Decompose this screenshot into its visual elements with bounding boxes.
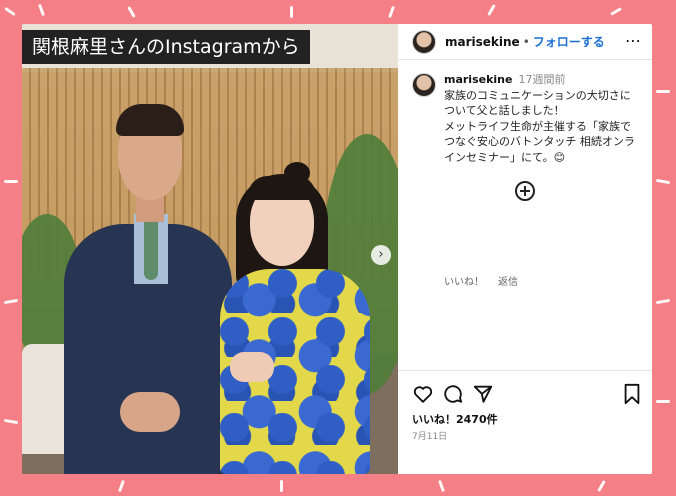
decorative-dash [388, 5, 395, 19]
caption-line: インセミナー」にて。😊 [444, 150, 566, 164]
decorative-dash [118, 479, 125, 493]
caption-line: つなぐ安心のバトンタッチ 相続オンラ [444, 135, 635, 148]
decorative-dash [655, 298, 671, 305]
bookmark-icon[interactable] [622, 383, 642, 405]
separator-dot: • [522, 34, 530, 49]
banner-title: 関根麻里さんのInstagramから [22, 30, 310, 64]
decorative-dash [610, 7, 622, 16]
decorative-dash [3, 418, 19, 425]
avatar[interactable] [412, 73, 436, 97]
caption-line: 家族のコミュニケーションの大切さに [444, 88, 631, 102]
decorative-dash [127, 6, 136, 18]
decorative-dash [38, 3, 45, 17]
comment-icon[interactable] [442, 383, 464, 405]
caption-line: ついて父と話しました！ [444, 104, 565, 117]
add-comment-icon[interactable] [515, 181, 535, 201]
decorative-dash [597, 480, 606, 492]
more-options-icon[interactable]: ⋯ [625, 31, 642, 50]
decorative-dash [655, 178, 671, 185]
post-actions: いいね！2470件 7月11日 [398, 370, 652, 474]
decorative-dash [290, 6, 293, 18]
carousel-next-icon[interactable]: › [371, 245, 391, 265]
comment-reply-button[interactable]: 返信 [498, 273, 518, 288]
like-count[interactable]: いいね！2470件 [412, 411, 498, 427]
decorative-dash [4, 6, 16, 17]
comment-like-button[interactable]: いいね！ [444, 273, 484, 288]
post-side-panel: marisekine • フォローする ⋯ marisekine 17週間前 家… [398, 24, 652, 474]
decorative-dash [656, 90, 670, 93]
caption-line: メットライフ生命が主催する「家族で [444, 119, 631, 133]
caption-time[interactable]: 17週間前 [518, 72, 565, 88]
comment-meta: いいね！ 返信 [444, 273, 518, 288]
post-date[interactable]: 7月11日 [412, 429, 447, 442]
man-tie [144, 220, 158, 280]
decorative-dash [438, 479, 445, 493]
follow-button[interactable]: フォローする [533, 33, 605, 50]
post-header: marisekine • フォローする ⋯ [398, 24, 652, 60]
caption-username[interactable]: marisekine [444, 72, 512, 88]
heart-icon[interactable] [412, 383, 434, 405]
decorative-dash [4, 180, 18, 183]
avatar[interactable] [412, 29, 436, 54]
decorative-dash [656, 400, 670, 403]
decorative-dash [487, 4, 496, 16]
share-icon[interactable] [472, 383, 494, 405]
decorative-dash [280, 480, 283, 492]
username-link[interactable]: marisekine [445, 35, 520, 49]
caption-comment: marisekine 17週間前 家族のコミュニケーションの大切さに ついて父と… [412, 72, 642, 165]
decorative-dash [3, 298, 19, 305]
post-photo: 関根麻里さんのInstagramから › [22, 24, 398, 474]
instagram-post-card: 関根麻里さんのInstagramから › marisekine • フォローする… [22, 24, 652, 474]
